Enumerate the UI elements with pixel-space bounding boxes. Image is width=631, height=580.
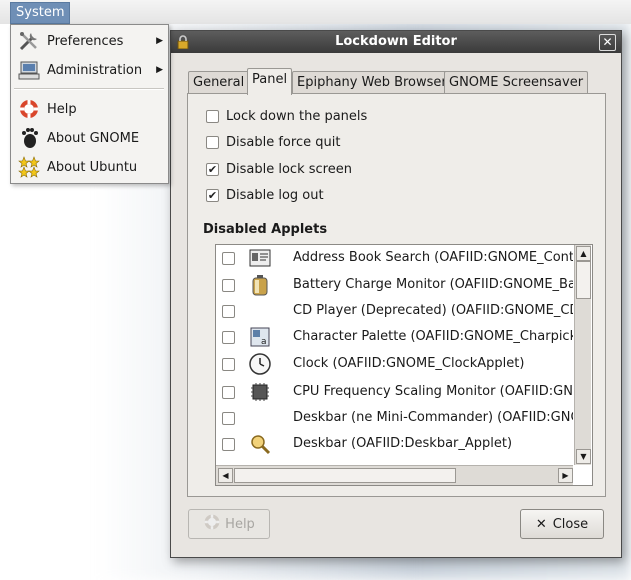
- checkbox[interactable]: [222, 252, 235, 265]
- close-button-label: Close: [552, 516, 589, 532]
- list-item[interactable]: Deskbar (ne Mini-Commander) (OAFIID:GNOM…: [216, 405, 573, 431]
- checkbox[interactable]: [222, 358, 235, 371]
- submenu-arrow-icon: ▶: [156, 36, 163, 46]
- close-icon: ✕: [535, 516, 547, 532]
- gnome-foot-icon: [18, 127, 40, 149]
- help-icon: [203, 513, 221, 535]
- applets-list-viewport: Address Book Search (OAFIID:GNOME_Contac…: [216, 245, 573, 465]
- system-menu: Preferences ▶ Administration ▶ Help Abou…: [10, 24, 169, 184]
- help-button-label: Help: [225, 516, 255, 532]
- scroll-up-icon[interactable]: ▲: [576, 246, 591, 261]
- tab-epiphany-web-browser[interactable]: Epiphany Web Browser: [292, 71, 452, 94]
- list-item[interactable]: Clock (OAFIID:GNOME_ClockApplet): [216, 351, 573, 377]
- option-disable-log-out[interactable]: ✔ Disable log out: [206, 186, 324, 204]
- list-item[interactable]: Battery Charge Monitor (OAFIID:GNOME_Bat…: [216, 272, 573, 298]
- checkbox[interactable]: [222, 438, 235, 451]
- option-disable-force-quit[interactable]: Disable force quit: [206, 133, 340, 151]
- menu-item-about-ubuntu[interactable]: About Ubuntu: [11, 154, 168, 180]
- character-palette-icon: a: [248, 326, 272, 348]
- checkbox[interactable]: [222, 305, 235, 318]
- deskbar-icon: [248, 433, 272, 455]
- list-item[interactable]: a Character Palette (OAFIID:GNOME_Charpi…: [216, 324, 573, 350]
- applet-name: CD Player (Deprecated) (OAFIID:GNOME_CDP…: [293, 303, 573, 318]
- submenu-arrow-icon: ▶: [156, 65, 163, 75]
- preferences-icon: [18, 30, 40, 52]
- checkbox[interactable]: [222, 279, 235, 292]
- scroll-down-icon[interactable]: ▼: [576, 449, 591, 464]
- administration-icon: [18, 59, 40, 81]
- ubuntu-icon: [18, 156, 40, 178]
- menu-item-label: Administration: [47, 62, 143, 78]
- list-item[interactable]: Deskbar (OAFIID:Deskbar_Applet): [216, 431, 573, 457]
- vertical-scrollbar[interactable]: ▲ ▼: [574, 245, 591, 465]
- checkbox-checked[interactable]: ✔: [206, 162, 219, 176]
- checkbox-checked[interactable]: ✔: [206, 188, 219, 202]
- option-label: Disable force quit: [226, 134, 341, 150]
- lockdown-editor-window: Lockdown Editor ✕ General Panel Epiphany…: [170, 30, 622, 558]
- disabled-applets-list: Address Book Search (OAFIID:GNOME_Contac…: [215, 244, 593, 486]
- applet-name: Deskbar (OAFIID:Deskbar_Applet): [293, 436, 513, 451]
- close-window-button[interactable]: ✕: [599, 34, 616, 51]
- menu-item-about-gnome[interactable]: About GNOME: [11, 125, 168, 151]
- option-lock-down-panels[interactable]: Lock down the panels: [206, 107, 367, 125]
- window-titlebar[interactable]: Lockdown Editor ✕: [171, 31, 621, 53]
- checkbox[interactable]: [222, 386, 235, 399]
- close-button[interactable]: ✕ Close: [520, 509, 604, 539]
- menu-item-preferences[interactable]: Preferences ▶: [11, 28, 168, 54]
- menu-item-label: Help: [47, 101, 77, 117]
- applet-name: Deskbar (ne Mini-Commander) (OAFIID:GNOM…: [293, 410, 573, 425]
- top-panel: System: [0, 0, 631, 24]
- clock-icon: [248, 353, 272, 375]
- system-menu-button[interactable]: System: [10, 2, 71, 24]
- help-button[interactable]: Help: [188, 509, 270, 539]
- option-label: Lock down the panels: [226, 108, 368, 124]
- menu-item-administration[interactable]: Administration ▶: [11, 57, 168, 83]
- tab-general[interactable]: General: [188, 71, 250, 94]
- checkbox[interactable]: [206, 109, 219, 123]
- disabled-applets-heading: Disabled Applets: [203, 222, 328, 237]
- scroll-right-icon[interactable]: ▶: [558, 468, 573, 483]
- panel-tab-content: Lock down the panels Disable force quit …: [187, 93, 606, 497]
- tab-gnome-screensaver[interactable]: GNOME Screensaver: [444, 71, 589, 94]
- list-item[interactable]: CPU Frequency Scaling Monitor (OAFIID:GN…: [216, 379, 573, 405]
- applet-name: Clock (OAFIID:GNOME_ClockApplet): [293, 356, 525, 371]
- menu-item-help[interactable]: Help: [11, 96, 168, 122]
- checkbox[interactable]: [222, 412, 235, 425]
- tab-panel[interactable]: Panel: [247, 68, 293, 95]
- horizontal-scrollbar[interactable]: ◀ ▶: [216, 465, 573, 485]
- applet-name: CPU Frequency Scaling Monitor (OAFIID:GN…: [293, 384, 573, 399]
- menu-item-label: About Ubuntu: [47, 159, 138, 175]
- applet-name: Address Book Search (OAFIID:GNOME_Contac…: [293, 250, 573, 265]
- menu-item-label: About GNOME: [47, 130, 140, 146]
- checkbox[interactable]: [206, 135, 219, 149]
- cpu-icon: [248, 381, 272, 403]
- option-label: Disable log out: [226, 187, 324, 203]
- help-icon: [18, 98, 40, 120]
- svg-text:a: a: [261, 337, 267, 347]
- applet-name: Battery Charge Monitor (OAFIID:GNOME_Bat…: [293, 277, 573, 292]
- checkbox[interactable]: [222, 331, 235, 344]
- horizontal-scroll-thumb[interactable]: [234, 468, 456, 483]
- scroll-left-icon[interactable]: ◀: [218, 468, 233, 483]
- list-item[interactable]: CD Player (Deprecated) (OAFIID:GNOME_CDP…: [216, 298, 573, 324]
- applet-name: Character Palette (OAFIID:GNOME_Charpick…: [293, 329, 573, 344]
- vertical-scroll-thumb[interactable]: [576, 261, 591, 299]
- option-disable-lock-screen[interactable]: ✔ Disable lock screen: [206, 160, 352, 178]
- address-book-icon: [248, 247, 272, 269]
- menu-item-label: Preferences: [47, 33, 124, 49]
- lock-icon: [177, 35, 189, 50]
- window-title: Lockdown Editor: [335, 34, 457, 49]
- menu-separator: [14, 88, 164, 90]
- list-item[interactable]: Address Book Search (OAFIID:GNOME_Contac…: [216, 245, 573, 271]
- option-label: Disable lock screen: [226, 161, 352, 177]
- battery-icon: [248, 274, 272, 296]
